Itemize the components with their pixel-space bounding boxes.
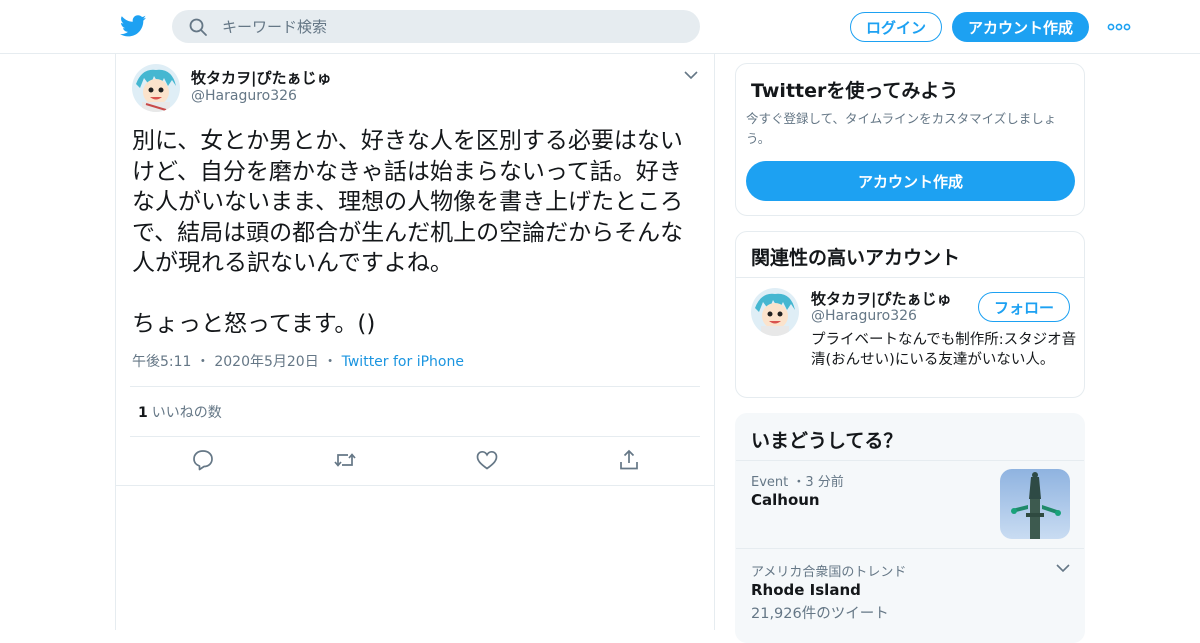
avatar[interactable] <box>751 288 799 336</box>
divider <box>736 460 1084 461</box>
author-name[interactable]: 牧タカヲ|ぴたぁじゅ <box>191 67 331 88</box>
search-icon <box>189 18 207 36</box>
tweet-date[interactable]: 2020年5月20日 <box>214 354 318 370</box>
trend-name[interactable]: Calhoun <box>751 491 820 509</box>
search-box[interactable] <box>172 10 700 43</box>
signup-card: Twitterを使ってみよう 今すぐ登録して、タイムラインをカスタマイズしましょ… <box>735 63 1085 216</box>
chevron-down-icon[interactable] <box>684 70 698 80</box>
related-accounts-card: 関連性の高いアカウント 牧タカヲ|ぴたぁじゅ @Haraguro326 フォロー… <box>735 231 1085 398</box>
like-heart-icon[interactable] <box>475 448 499 472</box>
meta-separator: ・ <box>195 354 215 370</box>
divider <box>130 386 700 387</box>
divider <box>736 277 1084 278</box>
share-icon[interactable] <box>617 448 641 472</box>
statue-image <box>1000 469 1070 539</box>
likes-label: いいねの数 <box>151 405 222 421</box>
trends-card: いまどうしてる？ Event ・3 分前 Calhoun アメリカ合衆国のトレン… <box>735 413 1085 643</box>
likes-stat[interactable]: 1 いいねの数 <box>138 402 222 422</box>
more-dots-icon[interactable] <box>1106 18 1132 36</box>
tweet-metadata: 午後5:11 ・ 2020年5月20日 ・ Twitter for iPhone <box>132 351 464 371</box>
author-handle[interactable]: @Haraguro326 <box>191 88 297 104</box>
chevron-down-icon[interactable] <box>1056 563 1070 573</box>
signup-card-button[interactable]: アカウント作成 <box>746 161 1075 201</box>
signup-card-description: 今すぐ登録して、タイムラインをカスタマイズしましょう。 <box>746 111 1057 146</box>
tweet-source-link[interactable]: Twitter for iPhone <box>342 354 464 370</box>
divider <box>736 548 1084 549</box>
trend-category: Event ・3 分前 <box>751 475 844 490</box>
avatar-image <box>132 64 180 112</box>
divider <box>130 436 700 437</box>
follow-button[interactable]: フォロー <box>978 292 1070 322</box>
avatar[interactable] <box>132 64 180 112</box>
trends-card-title: いまどうしてる？ <box>751 430 903 452</box>
meta-separator: ・ <box>323 354 342 370</box>
related-account-bio: プライベートなんでも制作所:スタジオ音清(おんせい)にいる友達がいない人。 <box>811 332 1077 368</box>
trend-category: アメリカ合衆国のトレンド <box>751 565 907 580</box>
signup-card-title: Twitterを使ってみよう <box>751 80 959 102</box>
tweet-column: 牧タカヲ|ぴたぁじゅ @Haraguro326 別に、女とか男とか、好きな人を区… <box>115 54 715 630</box>
trend-name[interactable]: Rhode Island <box>751 581 861 599</box>
search-input[interactable] <box>222 10 682 43</box>
tweet-actions <box>116 448 714 474</box>
related-account-name[interactable]: 牧タカヲ|ぴたぁじゅ <box>811 288 951 309</box>
tweet-text: 別に、女とか男とか、好きな人を区別する必要はないけど、自分を磨かなきゃ話は始まら… <box>132 128 684 337</box>
signup-button[interactable]: アカウント作成 <box>952 12 1089 42</box>
related-card-title: 関連性の高いアカウント <box>751 247 961 269</box>
divider <box>116 485 714 486</box>
top-navigation-bar: ログイン アカウント作成 <box>0 0 1200 54</box>
tweet-time[interactable]: 午後5:11 <box>132 354 191 370</box>
trend-thumbnail[interactable] <box>1000 469 1070 539</box>
login-button[interactable]: ログイン <box>850 12 942 42</box>
reply-icon[interactable] <box>191 448 215 472</box>
related-account-handle[interactable]: @Haraguro326 <box>811 308 917 324</box>
trend-tweet-count: 21,926件のツイート <box>751 606 889 622</box>
twitter-bird-icon[interactable] <box>120 14 146 38</box>
likes-count: 1 <box>138 405 148 421</box>
avatar-image <box>751 288 799 336</box>
retweet-icon[interactable] <box>333 448 357 472</box>
